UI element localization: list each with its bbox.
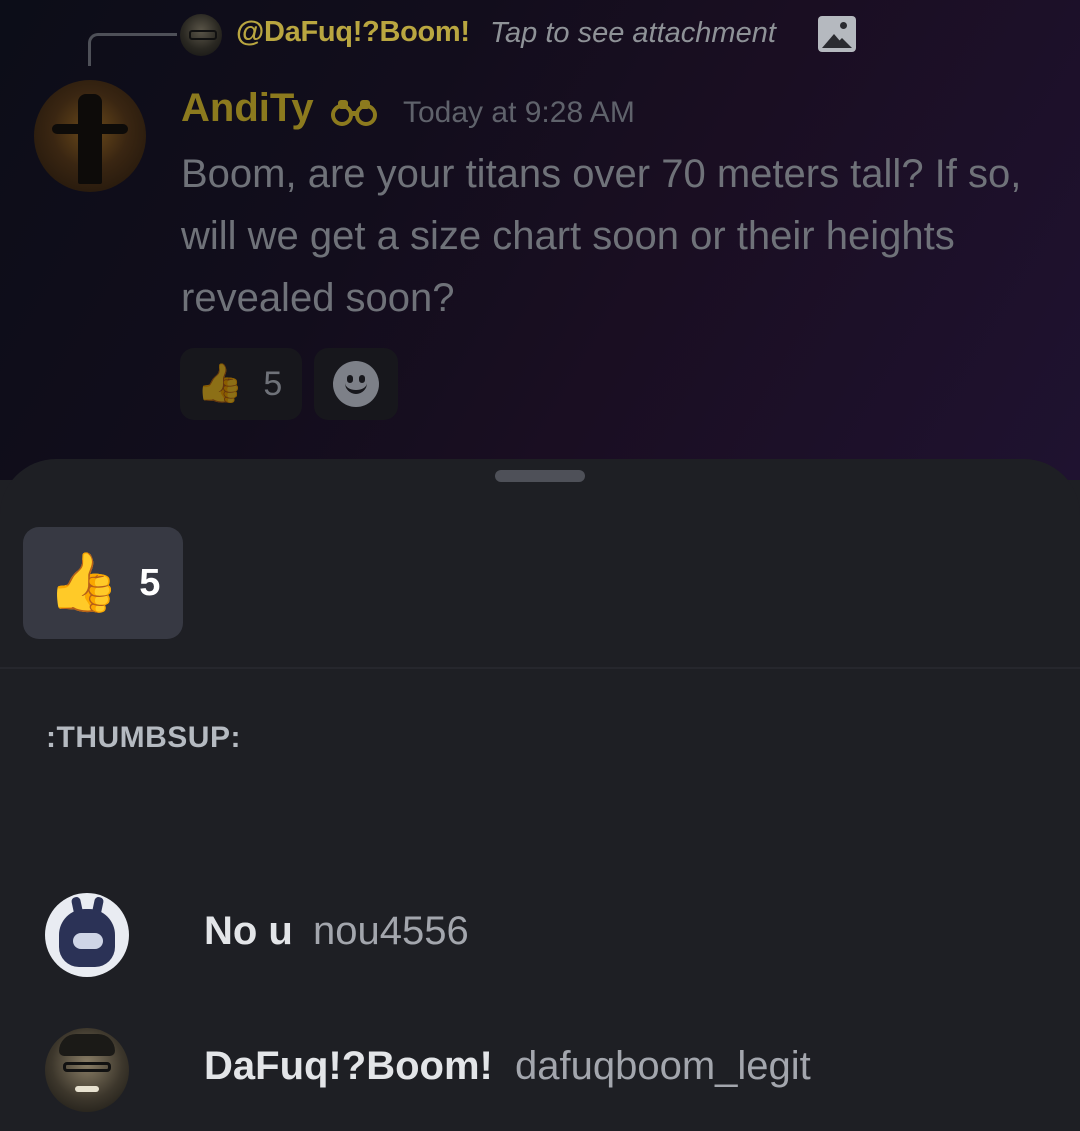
author-avatar[interactable] [34, 80, 146, 192]
message-timestamp: Today at 9:28 AM [403, 96, 635, 129]
author-name[interactable]: AndiTy [181, 86, 314, 131]
thumbs-up-icon: 👍 [47, 550, 120, 615]
sheet-drag-handle[interactable] [495, 470, 585, 482]
image-icon [818, 16, 856, 52]
reaction-tab-thumbsup[interactable]: 👍 5 [23, 527, 183, 639]
reactor-username: dafuqboom_legit [515, 1044, 811, 1088]
reactor-username: nou4556 [313, 909, 469, 953]
reply-attachment-hint[interactable]: Tap to see attachment [490, 17, 776, 50]
reactions-sheet: 👍 5 :THUMBSUP: No u nou4556 DaFuq!?Boom!… [0, 459, 1080, 1131]
smiley-icon [333, 361, 379, 407]
reaction-tab-count: 5 [139, 561, 161, 604]
reaction-thumbsup[interactable]: 👍 5 [180, 348, 302, 420]
reaction-count: 5 [263, 364, 283, 403]
avatar[interactable] [45, 893, 129, 977]
message-background: @DaFuq!?Boom! Tap to see attachment Andi… [0, 0, 1080, 480]
reactor-row[interactable]: DaFuq!?Boom! dafuqboom_legit [0, 1026, 1080, 1116]
reactor-row[interactable]: No u nou4556 [0, 891, 1080, 981]
message-body: Boom, are your titans over 70 meters tal… [181, 152, 1022, 320]
reactor-display-name: DaFuq!?Boom! [204, 1044, 493, 1088]
thumbs-up-icon: 👍 [196, 363, 244, 405]
avatar[interactable] [45, 1028, 129, 1112]
binoculars-icon [331, 100, 377, 126]
divider [0, 667, 1080, 669]
reply-connector [88, 33, 177, 66]
emoji-name-heading: :THUMBSUP: [46, 721, 241, 754]
reply-author-name[interactable]: @DaFuq!?Boom! [236, 16, 470, 49]
add-reaction-button[interactable] [314, 348, 398, 420]
reactor-display-name: No u [204, 909, 293, 953]
reply-author-avatar [180, 14, 222, 56]
